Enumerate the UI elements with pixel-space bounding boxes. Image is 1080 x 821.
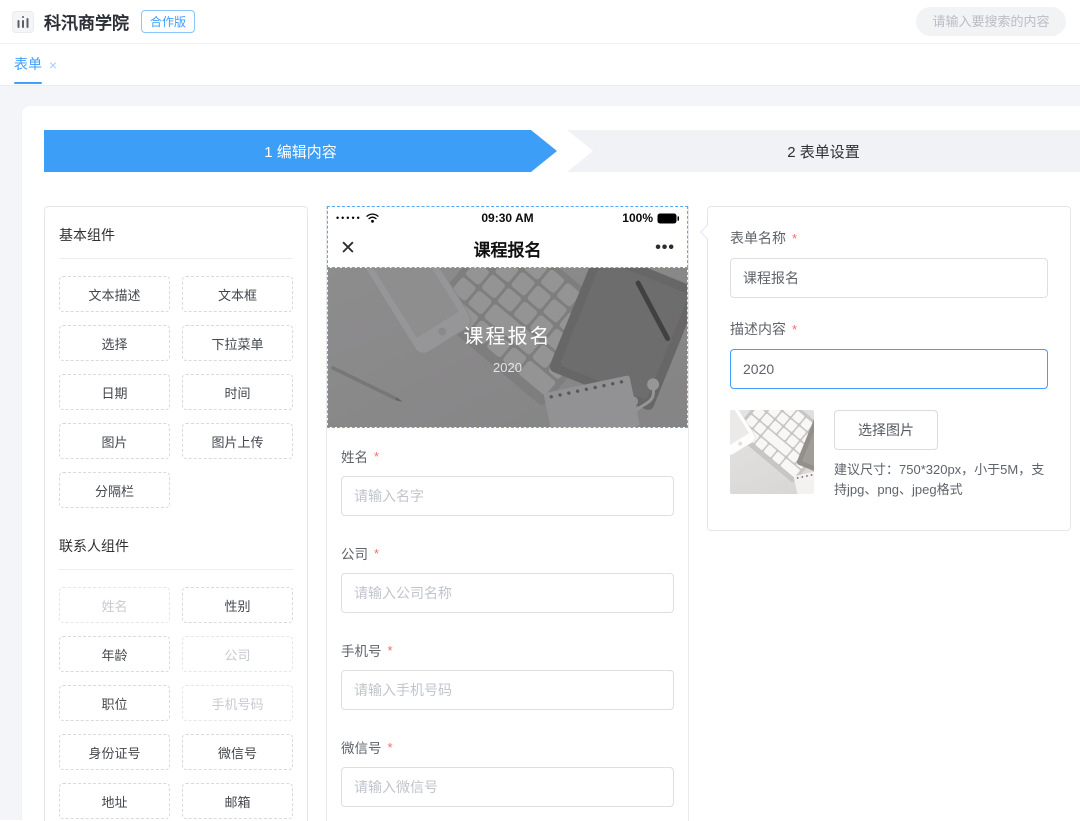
form-builder-card: 1 编辑内容 2 表单设置 基本组件 文本描述 文本框 选择 下拉菜单 日期 时…	[22, 106, 1080, 821]
form-desc-field: 描述内容 *	[730, 319, 1048, 389]
component-grid: 姓名 性别 年龄 公司 职位 手机号码 身份证号 微信号 地址 邮箱	[59, 587, 293, 819]
component-grid: 文本描述 文本框 选择 下拉菜单 日期 时间 图片 图片上传 分隔栏	[59, 276, 293, 508]
component-id-card[interactable]: 身份证号	[59, 734, 170, 770]
phone-header-selected[interactable]: ••••• 09:30 AM 100%	[327, 206, 688, 268]
builder-columns: 基本组件 文本描述 文本框 选择 下拉菜单 日期 时间 图片 图片上传 分隔栏 …	[44, 206, 1080, 821]
label-text: 姓名	[341, 446, 368, 466]
required-mark: *	[792, 231, 797, 246]
signal-icon: •••••	[336, 214, 362, 223]
field-name: 姓名 *	[341, 446, 674, 516]
banner-thumbnail	[730, 410, 814, 494]
label-text: 描述内容	[730, 319, 786, 339]
label-text: 公司	[341, 543, 368, 563]
status-left: •••••	[336, 213, 481, 223]
battery-icon	[657, 213, 679, 224]
field-label: 姓名 *	[341, 446, 674, 466]
name-input[interactable]	[341, 476, 674, 516]
component-wechat[interactable]: 微信号	[182, 734, 293, 770]
section-title: 联系人组件	[59, 536, 293, 570]
field-company: 公司 *	[341, 543, 674, 613]
tab-close-icon[interactable]: ×	[49, 57, 57, 73]
company-input[interactable]	[341, 573, 674, 613]
app-title: 科汛商学院	[44, 9, 129, 34]
phone-form-fields: 姓名 * 公司 * 手机号	[327, 428, 688, 821]
field-mobile: 手机号 *	[341, 640, 674, 710]
component-name: 姓名	[59, 587, 170, 623]
field-label: 微信号 *	[341, 737, 674, 757]
basic-components-section: 基本组件 文本描述 文本框 选择 下拉菜单 日期 时间 图片 图片上传 分隔栏	[59, 225, 293, 508]
component-company: 公司	[182, 636, 293, 672]
required-mark: *	[388, 740, 393, 755]
required-mark: *	[374, 449, 379, 464]
component-gender[interactable]: 性别	[182, 587, 293, 623]
label-text: 表单名称	[730, 228, 786, 248]
phone-nav-bar: ✕ 课程报名 •••	[328, 229, 687, 267]
mobile-input[interactable]	[341, 670, 674, 710]
panel-pointer	[700, 225, 714, 239]
section-title: 基本组件	[59, 225, 293, 259]
edition-badge: 合作版	[141, 10, 195, 33]
banner-caption: 课程报名 2020	[328, 268, 687, 427]
contact-components-section: 联系人组件 姓名 性别 年龄 公司 职位 手机号码 身份证号 微信号 地址 邮箱	[59, 536, 293, 819]
step-label: 2 表单设置	[787, 141, 860, 162]
banner-title: 课程报名	[464, 320, 552, 349]
component-divider[interactable]: 分隔栏	[59, 472, 170, 508]
phone-status-bar: ••••• 09:30 AM 100%	[328, 207, 687, 229]
component-image-upload[interactable]: 图片上传	[182, 423, 293, 459]
brand-logo-icon	[12, 11, 34, 33]
tab-bar: 表单 ×	[0, 44, 1080, 86]
banner-component-selected[interactable]: 课程报名 2020	[327, 267, 688, 428]
component-date[interactable]: 日期	[59, 374, 170, 410]
step-wizard: 1 编辑内容 2 表单设置	[44, 130, 1080, 172]
component-position[interactable]: 职位	[59, 685, 170, 721]
wechat-input[interactable]	[341, 767, 674, 807]
required-mark: *	[792, 322, 797, 337]
phone-page-title: 课程报名	[384, 236, 631, 261]
form-name-field: 表单名称 *	[730, 228, 1048, 298]
component-address[interactable]: 地址	[59, 783, 170, 819]
required-mark: *	[374, 546, 379, 561]
image-size-hint: 建议尺寸：750*320px，小于5M，支持jpg、png、jpeg格式	[834, 460, 1048, 500]
component-settings-panel: 表单名称 * 描述内容 *	[707, 206, 1071, 531]
step-edit-content[interactable]: 1 编辑内容	[44, 130, 557, 172]
phone-preview: ••••• 09:30 AM 100%	[326, 206, 689, 821]
more-icon[interactable]: •••	[631, 239, 675, 257]
component-choice[interactable]: 选择	[59, 325, 170, 361]
component-time[interactable]: 时间	[182, 374, 293, 410]
required-mark: *	[388, 643, 393, 658]
label-text: 微信号	[341, 737, 382, 757]
image-picker: 选择图片 建议尺寸：750*320px，小于5M，支持jpg、png、jpeg格…	[834, 410, 1048, 500]
component-text-desc[interactable]: 文本描述	[59, 276, 170, 312]
component-mobile: 手机号码	[182, 685, 293, 721]
field-wechat: 微信号 *	[341, 737, 674, 807]
field-label: 表单名称 *	[730, 228, 1048, 248]
choose-image-button[interactable]: 选择图片	[834, 410, 938, 450]
component-palette: 基本组件 文本描述 文本框 选择 下拉菜单 日期 时间 图片 图片上传 分隔栏 …	[44, 206, 308, 821]
tab-label: 表单	[14, 54, 42, 76]
wifi-icon	[366, 213, 379, 223]
step-form-settings[interactable]: 2 表单设置	[567, 130, 1080, 172]
step-label: 1 编辑内容	[264, 141, 337, 162]
form-name-input[interactable]	[730, 258, 1048, 298]
battery-percent: 100%	[622, 211, 653, 225]
close-icon[interactable]: ✕	[340, 237, 384, 260]
main-area: 1 编辑内容 2 表单设置 基本组件 文本描述 文本框 选择 下拉菜单 日期 时…	[0, 86, 1080, 820]
component-email[interactable]: 邮箱	[182, 783, 293, 819]
component-dropdown[interactable]: 下拉菜单	[182, 325, 293, 361]
component-text-box[interactable]: 文本框	[182, 276, 293, 312]
field-label: 描述内容 *	[730, 319, 1048, 339]
field-label: 公司 *	[341, 543, 674, 563]
label-text: 手机号	[341, 640, 382, 660]
global-search-input[interactable]	[916, 7, 1066, 36]
banner-subtitle: 2020	[493, 360, 522, 375]
field-label: 手机号 *	[341, 640, 674, 660]
banner-image-setting: 选择图片 建议尺寸：750*320px，小于5M，支持jpg、png、jpeg格…	[730, 410, 1048, 500]
tab-form[interactable]: 表单 ×	[14, 54, 57, 76]
form-desc-input[interactable]	[730, 349, 1048, 389]
app-header: 科汛商学院 合作版	[0, 0, 1080, 44]
component-age[interactable]: 年龄	[59, 636, 170, 672]
component-image[interactable]: 图片	[59, 423, 170, 459]
status-right: 100%	[534, 211, 679, 225]
status-time: 09:30 AM	[481, 211, 533, 225]
